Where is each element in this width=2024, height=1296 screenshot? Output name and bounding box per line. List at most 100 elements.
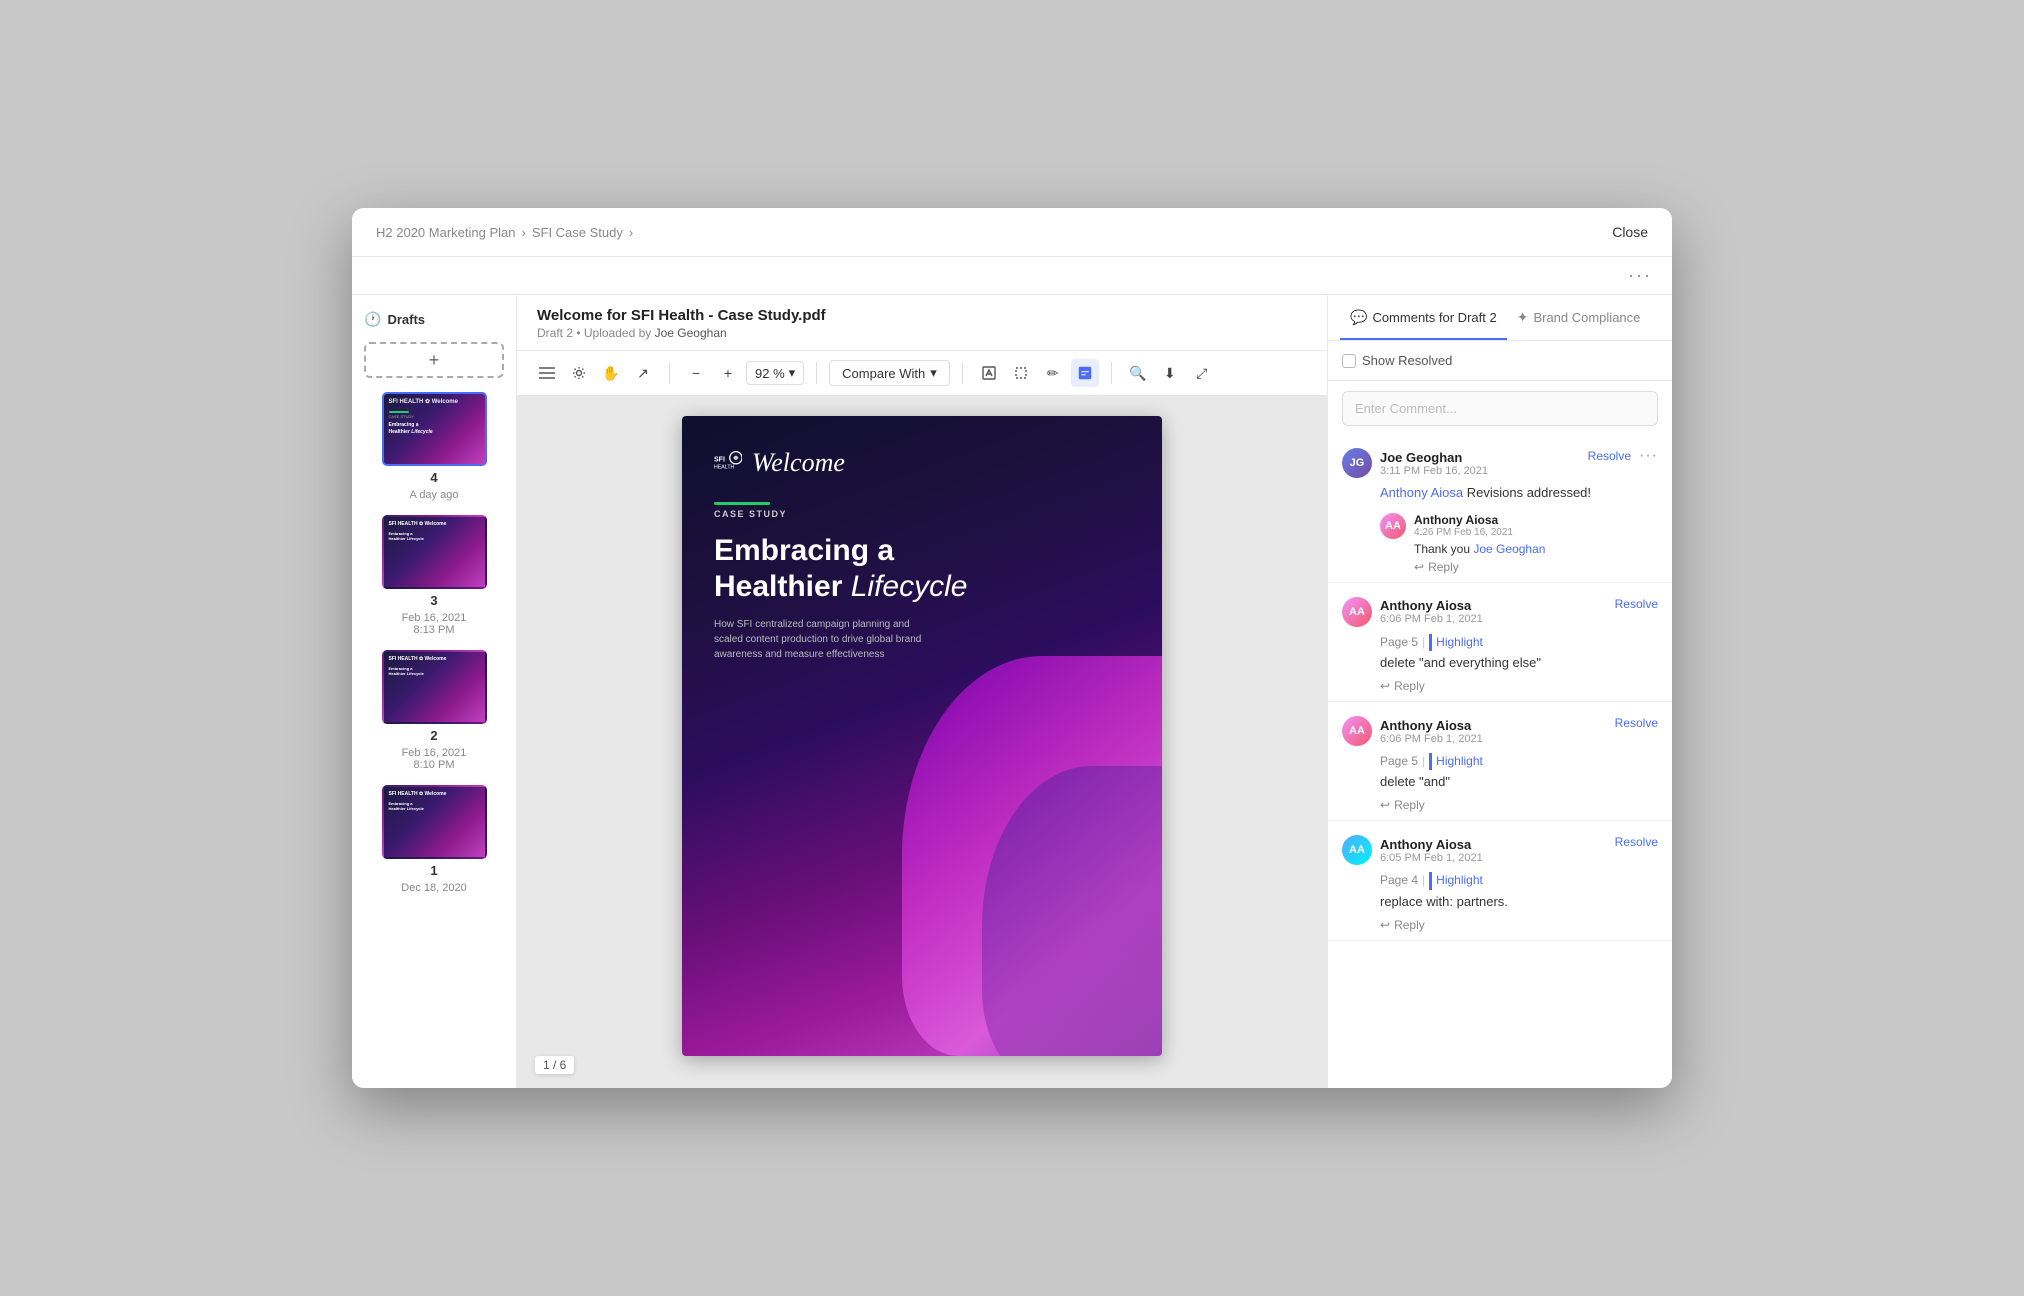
draft-item-3[interactable]: SFI HEALTH ✿ Welcome Embracing aHealthie… xyxy=(364,515,504,636)
resolve-button-3[interactable]: Resolve xyxy=(1615,716,1658,730)
sidebar: 🕐 Drafts + SFI HEALTH ✿ Welcome CASE STU… xyxy=(352,295,517,1088)
app-window: H2 2020 Marketing Plan › SFI Case Study … xyxy=(352,208,1672,1088)
comment-actions-1: Resolve ··· xyxy=(1588,448,1658,464)
draft-date-2: Feb 16, 20218:10 PM xyxy=(402,747,467,771)
pan-button[interactable]: ✋ xyxy=(597,359,625,387)
avatar-anthony-2: AA xyxy=(1342,597,1372,627)
draft-num-4: 4 xyxy=(430,470,437,485)
nested-author-1: Anthony Aiosa xyxy=(1414,513,1513,527)
reply-button-4[interactable]: ↩ Reply xyxy=(1380,918,1658,932)
toolbar-divider-2 xyxy=(816,362,817,384)
tab-comments[interactable]: 💬 Comments for Draft 2 xyxy=(1340,295,1507,340)
add-draft-button[interactable]: + xyxy=(364,342,504,378)
tab-brand-compliance[interactable]: ✦ Brand Compliance xyxy=(1507,295,1651,340)
clock-icon: 🕐 xyxy=(364,311,381,328)
case-study-text: CASE STUDY xyxy=(714,509,1130,519)
draft-date-4: A day ago xyxy=(410,489,459,501)
content-area: Welcome for SFI Health - Case Study.pdf … xyxy=(517,295,1327,1088)
reply-area-4: ↩ Reply xyxy=(1342,918,1658,932)
comment-text-3: delete "and" xyxy=(1380,773,1658,792)
comment-author-3: Anthony Aiosa xyxy=(1380,718,1483,733)
reply-label-4: Reply xyxy=(1394,918,1425,932)
main-layout: 🕐 Drafts + SFI HEALTH ✿ Welcome CASE STU… xyxy=(352,295,1672,1088)
compare-label: Compare With xyxy=(842,366,925,381)
toolbar-group-actions: 🔍 ⬇ ⤢ xyxy=(1124,359,1216,387)
pdf-welcome-text: Welcome xyxy=(752,448,845,478)
toolbar-divider-3 xyxy=(962,362,963,384)
top-bar: H2 2020 Marketing Plan › SFI Case Study … xyxy=(352,208,1672,257)
search-button[interactable]: 🔍 xyxy=(1124,359,1152,387)
toolbar-group-tools: ✏ xyxy=(975,359,1099,387)
resolve-button-2[interactable]: Resolve xyxy=(1615,597,1658,611)
comment-body-1: Anthony Aiosa Revisions addressed! xyxy=(1342,484,1658,503)
toolbar-group-zoom: − + 92 % ▾ xyxy=(682,359,804,387)
reply-button-1-nested[interactable]: ↩ Reply xyxy=(1414,560,1658,574)
annotate-tool-button[interactable] xyxy=(1071,359,1099,387)
drafts-label: Drafts xyxy=(387,312,425,327)
breadcrumb-item-1[interactable]: H2 2020 Marketing Plan xyxy=(376,225,515,240)
sidebar-toggle-button[interactable] xyxy=(533,359,561,387)
comment-user-row-4: AA Anthony Aiosa 6:05 PM Feb 1, 2021 xyxy=(1342,835,1483,865)
show-resolved-checkbox[interactable] xyxy=(1342,354,1356,368)
resolve-button-1[interactable]: Resolve xyxy=(1588,449,1631,463)
nested-meta-1: Anthony Aiosa 4:26 PM Feb 16, 2021 xyxy=(1414,513,1513,538)
close-button[interactable]: Close xyxy=(1612,224,1648,240)
comment-time-2: 6:06 PM Feb 1, 2021 xyxy=(1380,613,1483,625)
draft-list: SFI HEALTH ✿ Welcome CASE STUDY Embracin… xyxy=(364,392,504,894)
reply-button-2[interactable]: ↩ Reply xyxy=(1380,679,1658,693)
comment-text-4: replace with: partners. xyxy=(1380,893,1658,912)
comment-meta-1: Joe Geoghan 3:11 PM Feb 16, 2021 xyxy=(1380,450,1488,477)
mention-joe: Joe Geoghan xyxy=(1473,542,1545,556)
case-study-label: CASE STUDY xyxy=(714,502,1130,519)
download-button[interactable]: ⬇ xyxy=(1156,359,1184,387)
breadcrumb-sep-1: › xyxy=(521,225,525,240)
zoom-in-button[interactable]: + xyxy=(714,359,742,387)
comment-tag-4: Page 4 | Highlight xyxy=(1380,872,1483,889)
comment-header-2: AA Anthony Aiosa 6:06 PM Feb 1, 2021 Res… xyxy=(1342,597,1658,627)
draft-date-1: Dec 18, 2020 xyxy=(401,882,466,894)
comment-meta-4: Anthony Aiosa 6:05 PM Feb 1, 2021 xyxy=(1380,837,1483,864)
reply-icon-3: ↩ xyxy=(1380,798,1390,812)
compare-dropdown-icon: ▾ xyxy=(930,365,937,381)
crop-tool-button[interactable] xyxy=(1007,359,1035,387)
draft-item-1[interactable]: SFI HEALTH ✿ Welcome Embracing aHealthie… xyxy=(364,785,504,894)
reply-area-3: ↩ Reply xyxy=(1342,798,1658,812)
zoom-selector[interactable]: 92 % ▾ xyxy=(746,361,804,385)
comment-user-row-3: AA Anthony Aiosa 6:06 PM Feb 1, 2021 xyxy=(1342,716,1483,746)
sfi-logo: SFI HEALTH xyxy=(714,449,742,477)
more-button-1[interactable]: ··· xyxy=(1639,448,1658,464)
settings-button[interactable] xyxy=(565,359,593,387)
doc-title: Welcome for SFI Health - Case Study.pdf xyxy=(537,307,1307,324)
comment-page-tag-2: Page 5 xyxy=(1380,634,1418,651)
reply-label-3: Reply xyxy=(1394,798,1425,812)
breadcrumb-item-2[interactable]: SFI Case Study xyxy=(532,225,623,240)
show-resolved-toggle[interactable]: Show Resolved xyxy=(1342,353,1452,368)
more-options-button[interactable]: ··· xyxy=(1628,265,1652,286)
draft-item-4[interactable]: SFI HEALTH ✿ Welcome CASE STUDY Embracin… xyxy=(364,392,504,501)
draft-num-3: 3 xyxy=(430,593,437,608)
select-button[interactable]: ↗ xyxy=(629,359,657,387)
comment-text-2: delete "and everything else" xyxy=(1380,654,1658,673)
compare-with-button[interactable]: Compare With ▾ xyxy=(829,360,950,386)
comment-input[interactable]: Enter Comment... xyxy=(1342,391,1658,426)
reply-button-3[interactable]: ↩ Reply xyxy=(1380,798,1658,812)
zoom-value: 92 % xyxy=(755,366,785,381)
right-panel: 💬 Comments for Draft 2 ✦ Brand Complianc… xyxy=(1327,295,1672,1088)
comment-time-1: 3:11 PM Feb 16, 2021 xyxy=(1380,465,1488,477)
draft-item-2[interactable]: SFI HEALTH ✿ Welcome Embracing aHealthie… xyxy=(364,650,504,771)
expand-button[interactable]: ⤢ xyxy=(1188,359,1216,387)
breadcrumb-sep-2: › xyxy=(629,225,633,240)
comment-body-2: Page 5 | Highlight delete "and everythin… xyxy=(1342,633,1658,673)
comment-meta-3: Anthony Aiosa 6:06 PM Feb 1, 2021 xyxy=(1380,718,1483,745)
breadcrumb: H2 2020 Marketing Plan › SFI Case Study … xyxy=(376,225,633,240)
text-tool-button[interactable] xyxy=(975,359,1003,387)
toolbar-divider-1 xyxy=(669,362,670,384)
brand-tab-label: Brand Compliance xyxy=(1533,310,1640,325)
reply-label-1: Reply xyxy=(1428,560,1459,574)
pdf-page: SFI HEALTH Welcome CASE STUDY xyxy=(682,416,1162,1056)
pdf-title-line2: Healthier Lifecycle xyxy=(714,570,967,603)
comment-thread-3: AA Anthony Aiosa 6:06 PM Feb 1, 2021 Res… xyxy=(1328,702,1672,821)
draw-tool-button[interactable]: ✏ xyxy=(1039,359,1067,387)
zoom-out-button[interactable]: − xyxy=(682,359,710,387)
resolve-button-4[interactable]: Resolve xyxy=(1615,835,1658,849)
